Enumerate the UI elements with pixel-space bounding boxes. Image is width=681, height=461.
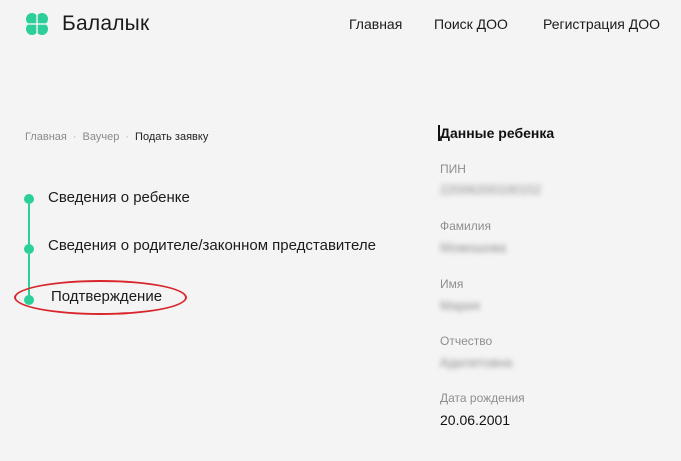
step-connector xyxy=(28,204,30,244)
step-indicator-icon xyxy=(24,194,34,204)
panel-title: Данные ребенка xyxy=(438,125,555,141)
clover-logo-icon xyxy=(24,11,50,37)
breadcrumb-home[interactable]: Главная xyxy=(25,131,67,143)
app-name: Балалык xyxy=(62,12,150,35)
breadcrumb-voucher[interactable]: Ваучер xyxy=(83,131,120,143)
pin-value: 22006200100152 xyxy=(440,182,542,197)
highlight-ellipse xyxy=(14,280,187,315)
breadcrumb-separator: · xyxy=(72,131,77,143)
name-label: Имя xyxy=(440,277,464,291)
logo[interactable]: Балалык xyxy=(24,11,149,37)
patronymic-value: Адилетовна xyxy=(440,355,513,370)
nav-home[interactable]: Главная xyxy=(349,16,402,32)
breadcrumb: Главная · Ваучер · Подать заявку xyxy=(25,131,208,143)
nav-search-doo[interactable]: Поиск ДОО xyxy=(434,16,508,32)
top-header: Балалык Главная Поиск ДОО Регистрация ДО… xyxy=(0,0,681,50)
pin-label: ПИН xyxy=(440,162,466,176)
step-child-info[interactable]: Сведения о ребенке xyxy=(48,189,190,206)
surname-label: Фамилия xyxy=(440,219,491,233)
birthdate-value: 20.06.2001 xyxy=(440,412,511,428)
birthdate-label: Дата рождения xyxy=(440,391,525,405)
step-parent-info[interactable]: Сведения о родителе/законном представите… xyxy=(48,237,376,254)
surname-value: Момошова xyxy=(440,240,507,255)
nav-register-doo[interactable]: Регистрация ДОО xyxy=(543,16,660,32)
name-value: Мария xyxy=(440,298,480,313)
breadcrumb-separator: · xyxy=(125,131,130,143)
breadcrumb-current: Подать заявку xyxy=(135,131,209,143)
patronymic-label: Отчество xyxy=(440,334,493,348)
step-indicator-icon xyxy=(24,244,34,254)
